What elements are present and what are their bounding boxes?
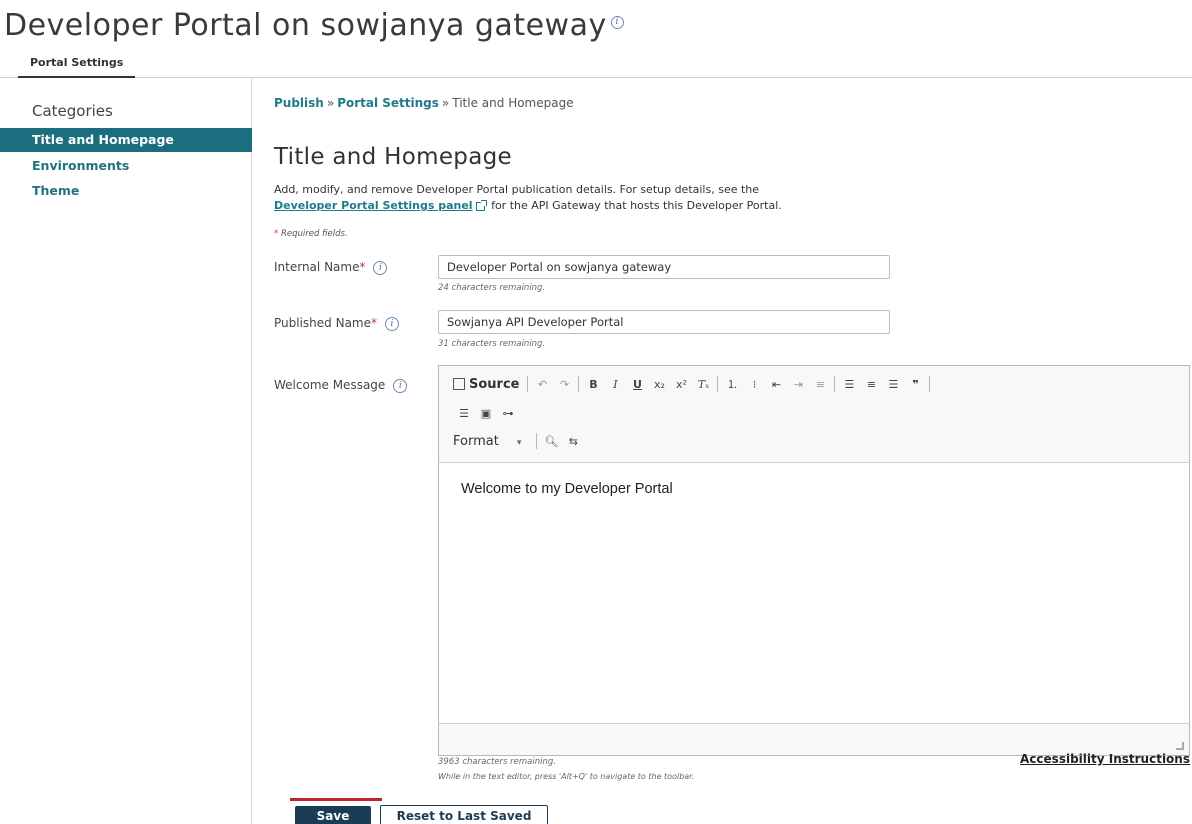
align-center-icon[interactable]: ≡ <box>860 378 882 391</box>
breadcrumb: Publish» Portal Settings» Title and Homepa… <box>274 96 574 110</box>
italic-icon[interactable]: I <box>604 378 626 391</box>
tab-bar: Portal Settings <box>0 48 1192 78</box>
sidebar: Categories Title and Homepage Environmen… <box>0 78 252 824</box>
internal-name-hint: 24 characters remaining. <box>438 283 546 293</box>
bulleted-list-icon[interactable]: ⁝ <box>743 378 765 391</box>
info-icon[interactable]: i <box>385 316 399 331</box>
highlight-underline <box>290 798 382 801</box>
align-left-icon[interactable]: ☰ <box>838 378 860 391</box>
breadcrumb-separator: » <box>326 96 335 110</box>
accessibility-instructions-link[interactable]: Accessibility Instructions <box>1020 752 1190 766</box>
published-name-label: Published Name* i <box>274 316 399 331</box>
decrease-indent-icon[interactable]: ⇤ <box>765 378 787 391</box>
editor-content-area[interactable]: Welcome to my Developer Portal <box>439 462 1189 724</box>
find-icon[interactable]: 🔍︎ <box>540 435 562 448</box>
published-name-input[interactable] <box>438 310 890 334</box>
required-asterisk: * <box>359 260 366 274</box>
numbered-list-icon[interactable]: ⒈ <box>721 376 743 392</box>
info-icon[interactable]: i <box>393 378 408 393</box>
editor-keyboard-hint: While in the text editor, press 'Alt+Q' … <box>438 772 695 781</box>
resize-handle-icon[interactable] <box>1176 742 1184 750</box>
breadcrumb-current: Title and Homepage <box>452 96 574 110</box>
description-text: Add, modify, and remove Developer Portal… <box>274 183 760 196</box>
chevron-down-icon: ▾ <box>516 437 522 448</box>
categories-heading: Categories <box>32 102 113 120</box>
underline-icon[interactable]: U <box>626 378 648 391</box>
blockquote-icon[interactable]: ❞ <box>904 378 926 391</box>
link-icon[interactable]: ⊶ <box>497 407 519 420</box>
toolbar-separator <box>717 376 719 392</box>
published-name-label-text: Published Name <box>274 316 371 330</box>
replace-icon[interactable]: ⇆ <box>562 435 584 448</box>
toolbar-separator <box>527 376 529 392</box>
toolbar-row-2: ☰ ▣ ⊶ <box>453 402 519 424</box>
rich-text-editor: Source ↶ ↷ B I U x₂ x² Tₓ ⒈ ⁝ ⇤ ⇥ ≡ ☰ ≡ <box>438 365 1190 756</box>
tab-portal-settings[interactable]: Portal Settings <box>18 54 136 78</box>
format-label: Format <box>453 433 499 449</box>
info-icon[interactable]: i <box>373 260 388 275</box>
toolbar-separator <box>578 376 580 392</box>
source-label: Source <box>469 376 520 392</box>
align-right-icon[interactable]: ☰ <box>882 378 904 391</box>
breadcrumb-publish[interactable]: Publish <box>274 96 324 110</box>
internal-name-label: Internal Name* i <box>274 260 388 275</box>
developer-portal-settings-link[interactable]: Developer Portal Settings panel <box>274 199 473 212</box>
page-title: Developer Portal on sowjanya gateway i <box>4 8 624 43</box>
sidebar-item-title-and-homepage[interactable]: Title and Homepage <box>0 128 252 152</box>
source-icon <box>453 378 465 390</box>
main-content: Publish» Portal Settings» Title and Homepa… <box>253 78 1192 824</box>
toolbar-row-1: Source ↶ ↷ B I U x₂ x² Tₓ ⒈ ⁝ ⇤ ⇥ ≡ ☰ ≡ <box>453 373 933 395</box>
toolbar-separator <box>834 376 836 392</box>
page-title-text: Developer Portal on sowjanya gateway <box>4 8 607 43</box>
toolbar-separator <box>929 376 931 392</box>
redo-icon[interactable]: ↷ <box>553 378 575 391</box>
required-fields-note: * Required fields. <box>274 229 348 239</box>
increase-indent-icon[interactable]: ⇥ <box>787 378 809 391</box>
save-button[interactable]: Save <box>295 806 371 824</box>
breadcrumb-separator: » <box>441 96 450 110</box>
welcome-message-chars-remaining: 3963 characters remaining. <box>438 757 556 767</box>
toolbar-separator <box>536 433 538 449</box>
editor-toolbar: Source ↶ ↷ B I U x₂ x² Tₓ ⒈ ⁝ ⇤ ⇥ ≡ ☰ ≡ <box>439 366 1189 462</box>
required-fields-text: Required fields. <box>280 229 348 239</box>
subscript-icon[interactable]: x₂ <box>648 378 670 391</box>
description-text-end: for the API Gateway that hosts this Deve… <box>491 199 782 212</box>
required-asterisk: * <box>274 229 279 239</box>
section-description: Add, modify, and remove Developer Portal… <box>274 182 974 214</box>
sidebar-item-theme[interactable]: Theme <box>0 179 252 203</box>
breadcrumb-portal-settings[interactable]: Portal Settings <box>337 96 439 110</box>
toolbar-row-3: Format ▾ 🔍︎ ⇆ <box>453 430 584 452</box>
indent-icon[interactable]: ≡ <box>809 378 831 391</box>
info-icon[interactable]: i <box>610 16 624 29</box>
bold-icon[interactable]: B <box>582 378 604 391</box>
reset-to-last-saved-button[interactable]: Reset to Last Saved <box>380 805 548 824</box>
remove-format-icon[interactable]: Tₓ <box>692 378 714 391</box>
required-asterisk: * <box>371 316 377 330</box>
superscript-icon[interactable]: x² <box>670 378 692 391</box>
internal-name-label-text: Internal Name <box>274 260 360 274</box>
format-dropdown[interactable]: Format ▾ <box>453 434 527 449</box>
external-link-icon <box>475 199 487 211</box>
image-icon[interactable]: ▣ <box>475 407 497 420</box>
sidebar-item-environments[interactable]: Environments <box>0 154 252 178</box>
welcome-message-label-text: Welcome Message <box>274 378 386 392</box>
section-title: Title and Homepage <box>274 144 512 170</box>
undo-icon[interactable]: ↶ <box>531 378 553 391</box>
internal-name-input[interactable] <box>438 255 890 279</box>
published-name-hint: 31 characters remaining. <box>438 339 546 349</box>
horizontal-line-icon[interactable]: ☰ <box>453 407 475 420</box>
source-button[interactable]: Source <box>453 377 524 392</box>
welcome-message-label: Welcome Message i <box>274 378 408 393</box>
